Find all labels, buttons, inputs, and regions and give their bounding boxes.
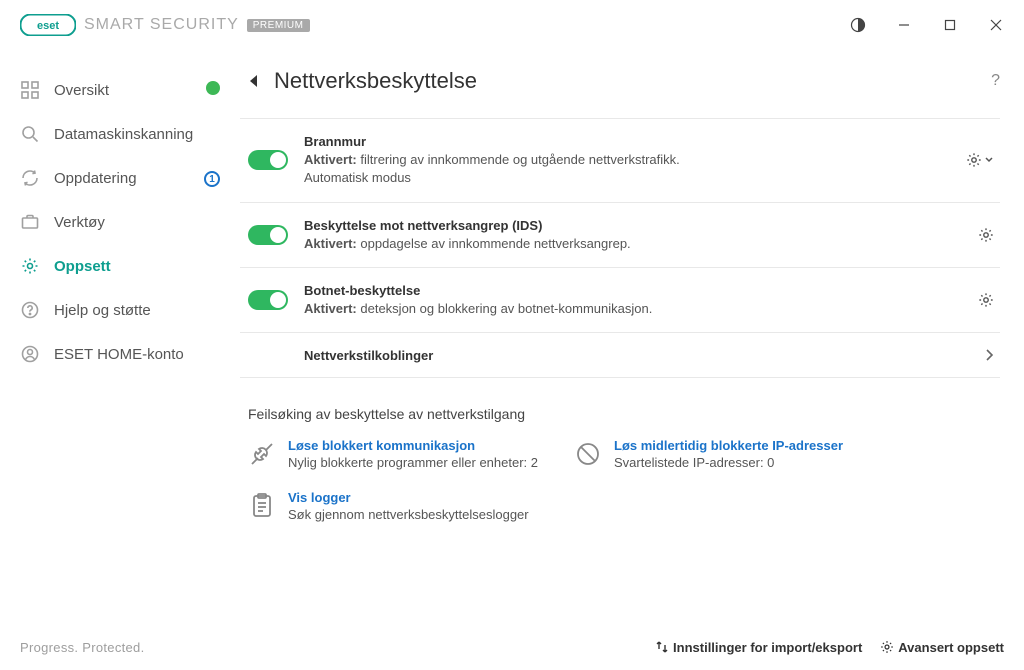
chevron-down-icon xyxy=(984,152,994,168)
sidebar-item-label: Oppsett xyxy=(54,258,111,275)
module-desc: Aktivert: deteksjon og blokkering av bot… xyxy=(304,300,962,318)
ts-sub: Søk gjennom nettverksbeskyttelseslogger xyxy=(288,507,529,522)
brand-logo: eset xyxy=(20,14,76,36)
content: Nettverksbeskyttelse ? Brannmur Aktivert… xyxy=(240,50,1024,624)
module-title: Botnet-beskyttelse xyxy=(304,282,962,300)
window-controls xyxy=(838,5,1016,45)
botnet-toggle[interactable] xyxy=(248,290,288,310)
titlebar: eset SMART SECURITY PREMIUM xyxy=(0,0,1024,50)
wrench-icon xyxy=(248,440,276,468)
page-title: Nettverksbeskyttelse xyxy=(274,68,477,94)
import-export-icon xyxy=(655,640,669,654)
sidebar: Oversikt Datamaskinskanning Oppdatering … xyxy=(0,50,240,624)
content-header: Nettverksbeskyttelse ? xyxy=(240,68,1000,94)
firewall-settings-button[interactable] xyxy=(966,152,994,168)
troubleshoot-heading: Feilsøking av beskyttelse av nettverksti… xyxy=(248,406,1000,422)
ts-link[interactable]: Løse blokkert kommunikasjon xyxy=(288,438,538,453)
sidebar-item-label: Verktøy xyxy=(54,214,105,231)
refresh-icon xyxy=(20,168,40,188)
ts-link[interactable]: Vis logger xyxy=(288,490,529,505)
question-icon xyxy=(20,300,40,320)
block-icon xyxy=(574,440,602,468)
sidebar-item-tools[interactable]: Verktøy xyxy=(0,200,240,244)
chevron-right-icon xyxy=(984,347,994,363)
sidebar-item-overview[interactable]: Oversikt xyxy=(0,68,240,112)
module-text: Beskyttelse mot nettverksangrep (IDS) Ak… xyxy=(304,217,962,253)
sidebar-item-scan[interactable]: Datamaskinskanning xyxy=(0,112,240,156)
gear-icon xyxy=(20,256,40,276)
sidebar-item-label: ESET HOME-konto xyxy=(54,346,184,363)
troubleshoot-grid: Løse blokkert kommunikasjon Nylig blokke… xyxy=(240,438,1000,522)
sidebar-item-label: Hjelp og støtte xyxy=(54,302,151,319)
module-row-firewall: Brannmur Aktivert: filtrering av innkomm… xyxy=(240,118,1000,203)
link-label: Nettverkstilkoblinger xyxy=(304,348,433,363)
module-desc: Aktivert: filtrering av innkommende og u… xyxy=(304,151,950,169)
brand: eset SMART SECURITY PREMIUM xyxy=(20,14,310,36)
back-button[interactable] xyxy=(248,74,260,88)
footer: Progress. Protected. Innstillinger for i… xyxy=(0,624,1024,670)
clipboard-icon xyxy=(248,492,276,520)
module-text: Botnet-beskyttelse Aktivert: deteksjon o… xyxy=(304,282,962,318)
sidebar-item-home-account[interactable]: ESET HOME-konto xyxy=(0,332,240,376)
dashboard-icon xyxy=(20,80,40,100)
brand-name: SMART SECURITY xyxy=(84,16,239,34)
sidebar-item-label: Oppdatering xyxy=(54,170,137,187)
sidebar-item-setup[interactable]: Oppsett xyxy=(0,244,240,288)
ts-item-logs: Vis logger Søk gjennom nettverksbeskytte… xyxy=(248,490,538,522)
brand-badge: PREMIUM xyxy=(247,19,310,32)
ts-item-blocked-ip: Løs midlertidig blokkerte IP-adresser Sv… xyxy=(574,438,843,470)
search-icon xyxy=(20,124,40,144)
ts-link[interactable]: Løs midlertidig blokkerte IP-adresser xyxy=(614,438,843,453)
status-badge-green xyxy=(206,81,220,99)
user-icon xyxy=(20,344,40,364)
sidebar-item-label: Datamaskinskanning xyxy=(54,126,193,143)
minimize-button[interactable] xyxy=(884,5,924,45)
sidebar-item-update[interactable]: Oppdatering 1 xyxy=(0,156,240,200)
sidebar-item-label: Oversikt xyxy=(54,82,109,99)
module-title: Brannmur xyxy=(304,133,950,151)
module-row-botnet: Botnet-beskyttelse Aktivert: deteksjon o… xyxy=(240,268,1000,333)
update-badge: 1 xyxy=(204,169,220,188)
theme-toggle-icon[interactable] xyxy=(838,5,878,45)
svg-text:eset: eset xyxy=(37,20,59,32)
help-button[interactable]: ? xyxy=(991,72,1000,90)
maximize-button[interactable] xyxy=(930,5,970,45)
firewall-toggle[interactable] xyxy=(248,150,288,170)
sidebar-item-help[interactable]: Hjelp og støtte xyxy=(0,288,240,332)
ids-toggle[interactable] xyxy=(248,225,288,245)
close-button[interactable] xyxy=(976,5,1016,45)
ids-settings-button[interactable] xyxy=(978,227,994,243)
footer-actions: Innstillinger for import/eksport Avanser… xyxy=(655,640,1004,655)
module-text: Brannmur Aktivert: filtrering av innkomm… xyxy=(304,133,950,188)
network-connections-link[interactable]: Nettverkstilkoblinger xyxy=(240,333,1000,378)
module-row-ids: Beskyttelse mot nettverksangrep (IDS) Ak… xyxy=(240,203,1000,268)
module-title: Beskyttelse mot nettverksangrep (IDS) xyxy=(304,217,962,235)
module-desc: Aktivert: oppdagelse av innkommende nett… xyxy=(304,235,962,253)
import-export-link[interactable]: Innstillinger for import/eksport xyxy=(655,640,862,655)
modules-list: Brannmur Aktivert: filtrering av innkomm… xyxy=(240,118,1000,378)
tagline: Progress. Protected. xyxy=(20,640,145,655)
ts-sub: Nylig blokkerte programmer eller enheter… xyxy=(288,455,538,470)
botnet-settings-button[interactable] xyxy=(978,292,994,308)
ts-item-blocked-comm: Løse blokkert kommunikasjon Nylig blokke… xyxy=(248,438,538,470)
briefcase-icon xyxy=(20,212,40,232)
ts-sub: Svartelistede IP-adresser: 0 xyxy=(614,455,843,470)
module-extra: Automatisk modus xyxy=(304,169,950,187)
advanced-setup-link[interactable]: Avansert oppsett xyxy=(880,640,1004,655)
gear-icon xyxy=(880,640,894,654)
